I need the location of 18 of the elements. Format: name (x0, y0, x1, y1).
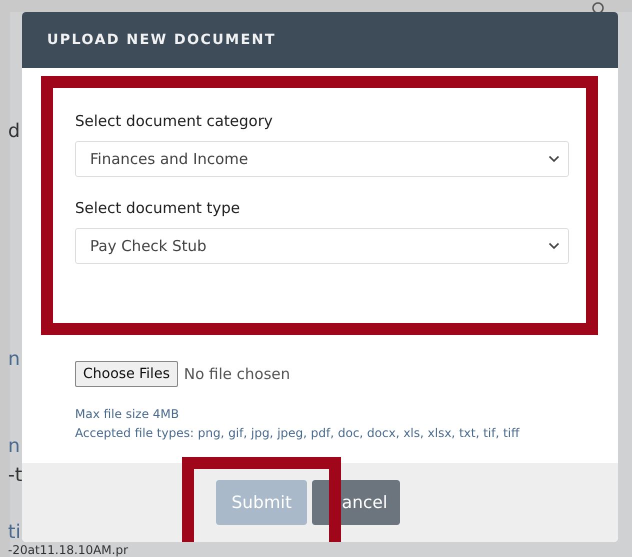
dialog-title: UPLOAD NEW DOCUMENT (47, 32, 276, 48)
page-text: n (8, 348, 20, 370)
page-text: -20at11.18.10AM.pr (8, 543, 128, 557)
select-field[interactable]: Pay Check Stub (75, 228, 569, 264)
chevron-icon (548, 242, 560, 250)
page-text: ti (8, 521, 21, 543)
search-icon (590, 0, 606, 12)
help-text: Accepted file types: png, gif, jpg, jpeg, pdf, doc, docx, xls, xlsx, txt, tif, tiff (75, 426, 521, 440)
chevron-icon (548, 155, 560, 163)
page-text: d (8, 120, 20, 142)
page-text: -t (8, 464, 22, 486)
help-text: Max file size 4MB (75, 407, 180, 421)
select-field[interactable]: Finances and Income (75, 141, 569, 177)
field-label: Select document type (75, 199, 241, 217)
file-status: No file chosen (184, 365, 290, 383)
page-text: n (8, 435, 20, 457)
field-label: Select document category (75, 112, 274, 130)
choose-files-button[interactable]: Choose Files (75, 361, 178, 387)
